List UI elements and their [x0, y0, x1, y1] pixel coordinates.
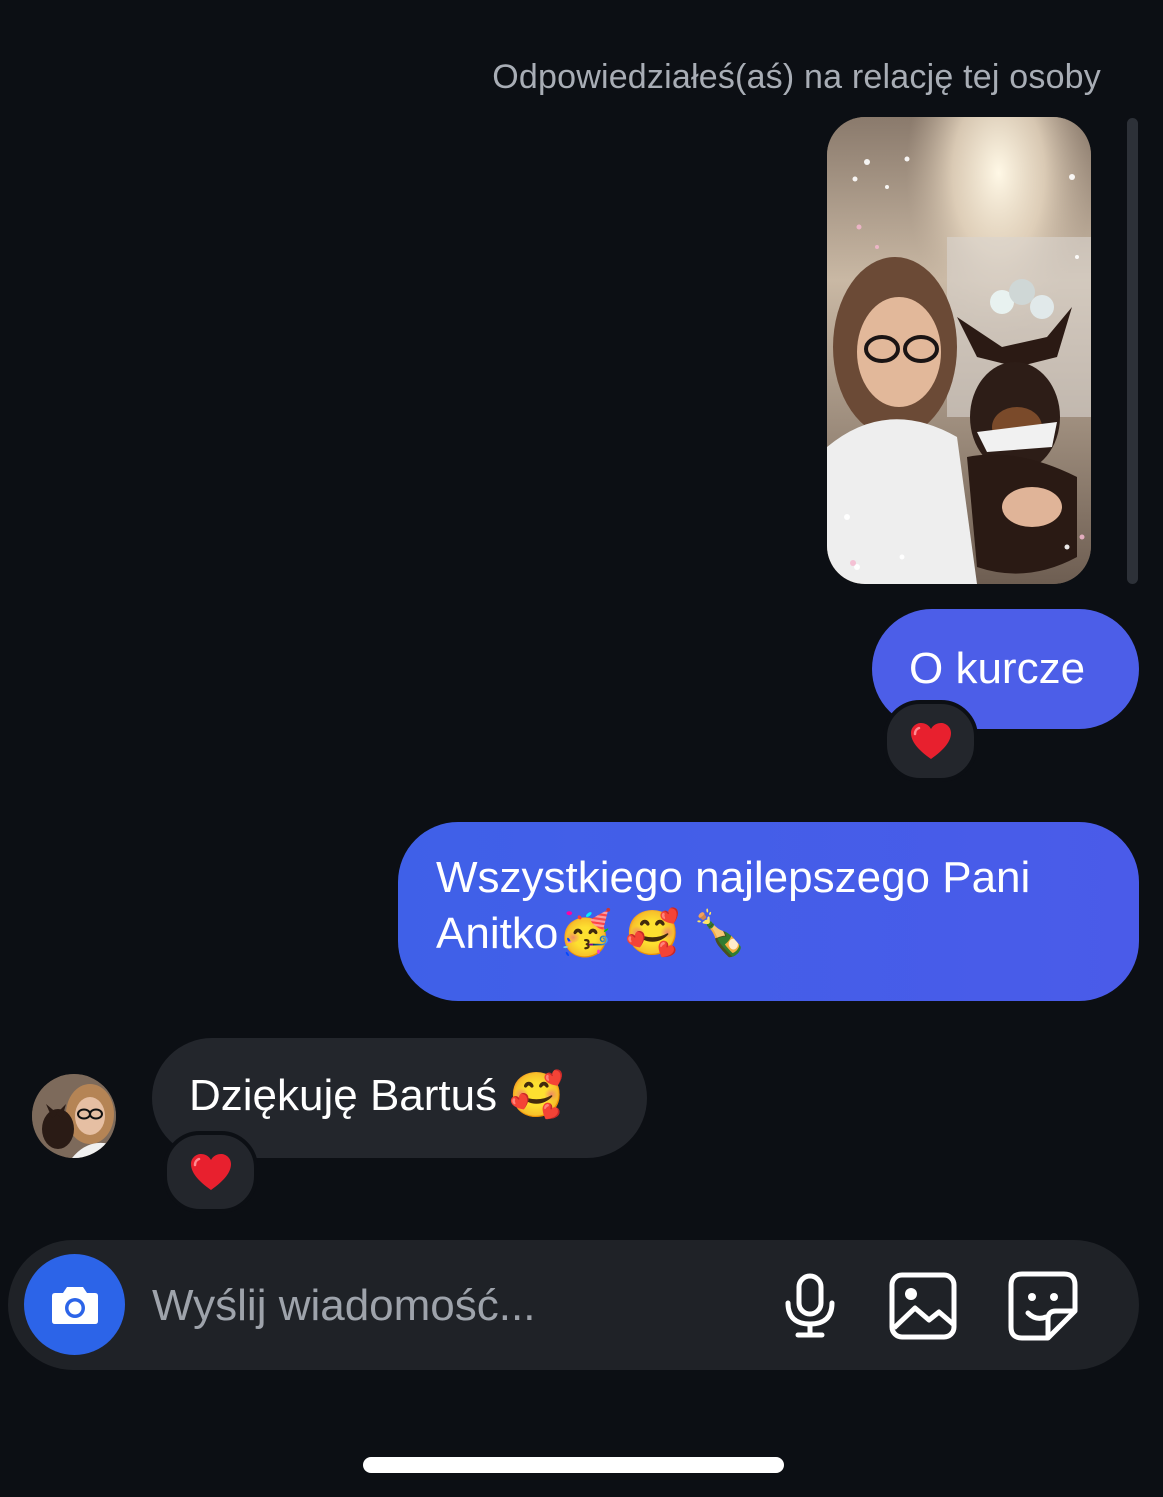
party-face-emoji: 🥳 [558, 909, 614, 958]
story-reply-caption: Odpowiedziałeś(aś) na relację tej osoby [492, 58, 1101, 96]
sticker-button[interactable] [1005, 1268, 1081, 1344]
story-image[interactable] [827, 117, 1091, 584]
camera-button[interactable] [24, 1254, 125, 1355]
message-text: Dziękuję Bartuś [189, 1071, 498, 1120]
chat-screen: Odpowiedziałeś(aś) na relację tej osoby [0, 0, 1163, 1497]
heart-reaction-icon [190, 1154, 231, 1190]
message-text: O kurcze [909, 644, 1086, 693]
microphone-icon [785, 1273, 835, 1338]
sticker-icon [1008, 1271, 1078, 1341]
reaction-badge[interactable] [163, 1131, 258, 1213]
smiling-hearts-emoji: 🥰 [509, 1071, 565, 1120]
gallery-button[interactable] [885, 1268, 961, 1344]
scrollbar[interactable] [1127, 118, 1138, 584]
reaction-badge[interactable] [883, 700, 978, 782]
home-indicator[interactable] [363, 1457, 784, 1473]
smiling-hearts-emoji: 🥰 [625, 909, 681, 958]
champagne-emoji: 🍾 [692, 909, 748, 958]
outgoing-message[interactable]: Wszystkiego najlepszego Pani Anitko🥳 🥰 🍾 [398, 822, 1139, 1001]
avatar[interactable] [32, 1074, 116, 1158]
camera-icon [51, 1286, 98, 1324]
heart-reaction-icon [910, 723, 951, 759]
gallery-icon [889, 1272, 957, 1340]
microphone-button[interactable] [772, 1268, 848, 1344]
message-input[interactable] [152, 1278, 732, 1334]
